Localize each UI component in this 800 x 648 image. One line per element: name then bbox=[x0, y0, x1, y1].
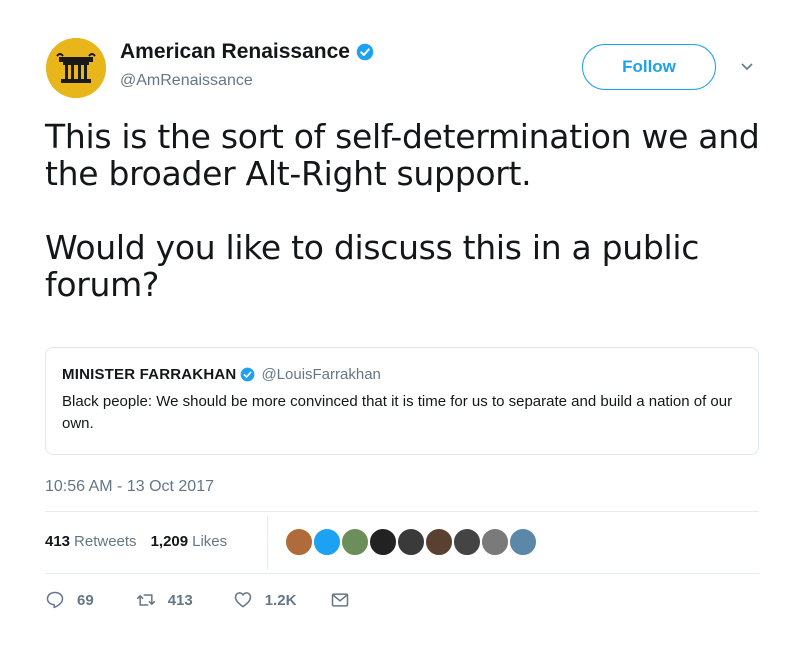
author-handle[interactable]: @AmRenaissance bbox=[120, 72, 253, 90]
liker-avatar[interactable] bbox=[452, 527, 482, 557]
verified-badge-icon bbox=[356, 43, 374, 61]
quoted-tweet-text: Black people: We should be more convince… bbox=[62, 393, 733, 432]
retweet-icon bbox=[136, 594, 155, 606]
tweet-paragraph: This is the sort of self-determination w… bbox=[45, 117, 760, 193]
author-display-name[interactable]: American Renaissance bbox=[120, 40, 350, 64]
quoted-author-name: MINISTER FARRAKHAN bbox=[62, 366, 237, 383]
tweet-actions: 69 413 1.2K bbox=[45, 590, 350, 610]
author-name-row: American Renaissance bbox=[120, 40, 374, 64]
divider bbox=[45, 511, 759, 512]
liker-avatars bbox=[284, 527, 538, 557]
envelope-icon bbox=[332, 593, 349, 607]
likes-count: 1,209 bbox=[150, 533, 189, 550]
likes-label: Likes bbox=[192, 533, 228, 550]
liker-avatar[interactable] bbox=[508, 527, 538, 557]
direct-message-button[interactable] bbox=[330, 590, 350, 610]
chevron-down-icon[interactable] bbox=[738, 60, 756, 74]
reply-button[interactable]: 69 bbox=[45, 590, 94, 610]
liker-avatar[interactable] bbox=[480, 527, 510, 557]
liker-avatar[interactable] bbox=[340, 527, 370, 557]
follow-button[interactable]: Follow bbox=[582, 44, 716, 90]
liker-avatar[interactable] bbox=[368, 527, 398, 557]
liker-avatar[interactable] bbox=[312, 527, 342, 557]
reply-icon bbox=[46, 591, 64, 609]
liker-avatar[interactable] bbox=[396, 527, 426, 557]
reply-count: 69 bbox=[77, 591, 94, 609]
divider bbox=[267, 516, 268, 570]
tweet-timestamp[interactable]: 10:56 AM - 13 Oct 2017 bbox=[45, 478, 214, 496]
retweets-count: 413 bbox=[45, 533, 71, 550]
retweets-stat[interactable]: 413 Retweets bbox=[45, 533, 137, 550]
likes-stat[interactable]: 1,209 Likes bbox=[151, 533, 228, 550]
engagement-stats: 413 Retweets 1,209 Likes bbox=[45, 533, 227, 550]
heart-icon bbox=[234, 592, 251, 608]
tweet-text: This is the sort of self-determination w… bbox=[45, 118, 765, 303]
quoted-tweet-card[interactable]: MINISTER FARRAKHAN @LouisFarrakhan Black… bbox=[45, 347, 759, 455]
retweet-button[interactable]: 413 bbox=[136, 590, 193, 610]
liker-avatar[interactable] bbox=[424, 527, 454, 557]
quoted-author-handle: @LouisFarrakhan bbox=[261, 366, 381, 383]
verified-badge-icon bbox=[241, 367, 255, 382]
column-logo-icon bbox=[46, 38, 106, 98]
divider bbox=[45, 573, 759, 574]
liker-avatar[interactable] bbox=[284, 527, 314, 557]
like-count: 1.2K bbox=[264, 591, 297, 609]
tweet-paragraph: Would you like to discuss this in a publ… bbox=[45, 228, 700, 304]
retweets-label: Retweets bbox=[74, 533, 137, 550]
like-button[interactable]: 1.2K bbox=[233, 590, 297, 610]
quoted-tweet-header: MINISTER FARRAKHAN @LouisFarrakhan bbox=[62, 366, 742, 383]
author-avatar[interactable] bbox=[46, 38, 106, 98]
retweet-count: 413 bbox=[167, 591, 193, 609]
